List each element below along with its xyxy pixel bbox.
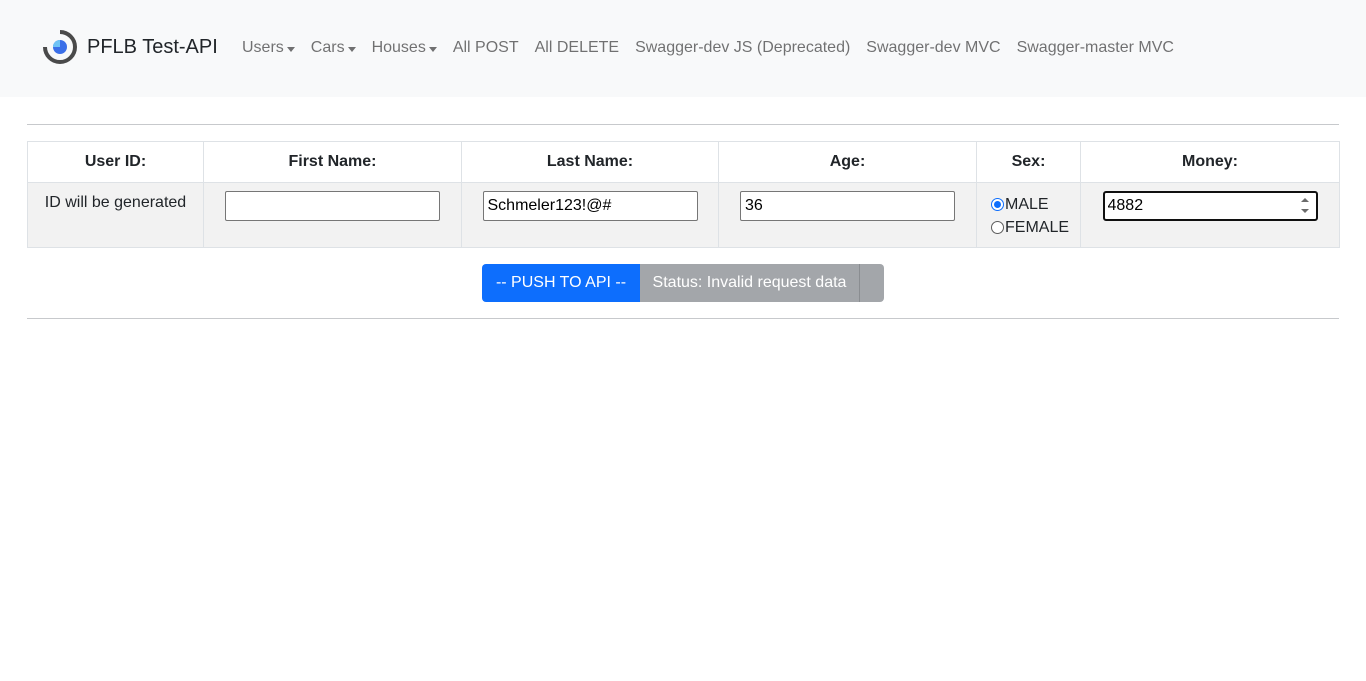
female-label: FEMALE [1005, 218, 1070, 236]
nav-users-label: Users [242, 39, 284, 56]
number-spinner[interactable] [1300, 196, 1310, 216]
create-user-table: User ID: First Name: Last Name: Age: Sex… [27, 141, 1340, 248]
nav-users-dropdown[interactable]: Users [242, 36, 295, 60]
nav-swagger-master-mvc[interactable]: Swagger-master MVC [1017, 36, 1174, 60]
age-input[interactable] [740, 191, 955, 221]
nav-cars-dropdown[interactable]: Cars [311, 36, 356, 60]
nav-houses-dropdown[interactable]: Houses [372, 36, 437, 60]
first-name-cell [203, 182, 462, 248]
header-sex: Sex: [976, 141, 1081, 183]
age-cell [718, 182, 977, 248]
sex-option-male[interactable]: MALE [991, 193, 1080, 216]
brand-name: PFLB Test-API [87, 36, 218, 58]
nav-all-post[interactable]: All POST [453, 36, 519, 60]
divider-top [27, 124, 1339, 125]
status-button[interactable]: Status: Invalid request data [640, 264, 859, 302]
header-money: Money: [1080, 141, 1340, 183]
divider-bottom [27, 318, 1339, 319]
header-age: Age: [718, 141, 977, 183]
nav-cars-label: Cars [310, 39, 345, 56]
male-radio[interactable] [991, 198, 1004, 211]
push-to-api-button[interactable]: -- PUSH TO API -- [482, 264, 640, 302]
caret-down-icon [286, 46, 295, 52]
navbar: PFLB Test-API Users Cars Houses All POST… [0, 0, 1366, 97]
last-name-input[interactable] [482, 191, 698, 221]
caret-down-icon [428, 46, 437, 52]
sex-cell: MALE FEMALE [976, 182, 1081, 248]
spin-up-icon[interactable] [1300, 198, 1309, 202]
user-id-cell: ID will be generated [27, 182, 204, 248]
header-first-name: First Name: [203, 141, 462, 183]
push-button-group: -- PUSH TO API -- Status: Invalid reques… [482, 264, 884, 302]
last-name-cell [461, 182, 719, 248]
spin-down-icon[interactable] [1300, 209, 1309, 213]
table-row: ID will be generated MALE FEMALE [27, 182, 1340, 248]
nav-all-delete[interactable]: All DELETE [535, 36, 619, 60]
header-last-name: Last Name: [461, 141, 719, 183]
money-cell [1080, 182, 1340, 248]
money-field [1102, 191, 1318, 221]
first-name-input[interactable] [225, 191, 440, 221]
sex-option-female[interactable]: FEMALE [991, 216, 1080, 239]
female-radio[interactable] [991, 221, 1004, 234]
male-label: MALE [1005, 195, 1049, 213]
header-user-id: User ID: [27, 141, 204, 183]
nav-swagger-dev-js[interactable]: Swagger-dev JS (Deprecated) [635, 36, 850, 60]
pflb-logo-icon [43, 30, 77, 64]
caret-down-icon [347, 46, 356, 52]
money-input[interactable] [1102, 191, 1318, 221]
brand-link[interactable]: PFLB Test-API [43, 30, 218, 64]
table-header-row: User ID: First Name: Last Name: Age: Sex… [27, 141, 1340, 183]
nav-swagger-dev-mvc[interactable]: Swagger-dev MVC [866, 36, 1000, 60]
nav-houses-label: Houses [371, 39, 426, 56]
nav-menu: Users Cars Houses All POST All DELETE Sw… [242, 36, 1190, 60]
status-extra-button[interactable] [859, 264, 884, 302]
